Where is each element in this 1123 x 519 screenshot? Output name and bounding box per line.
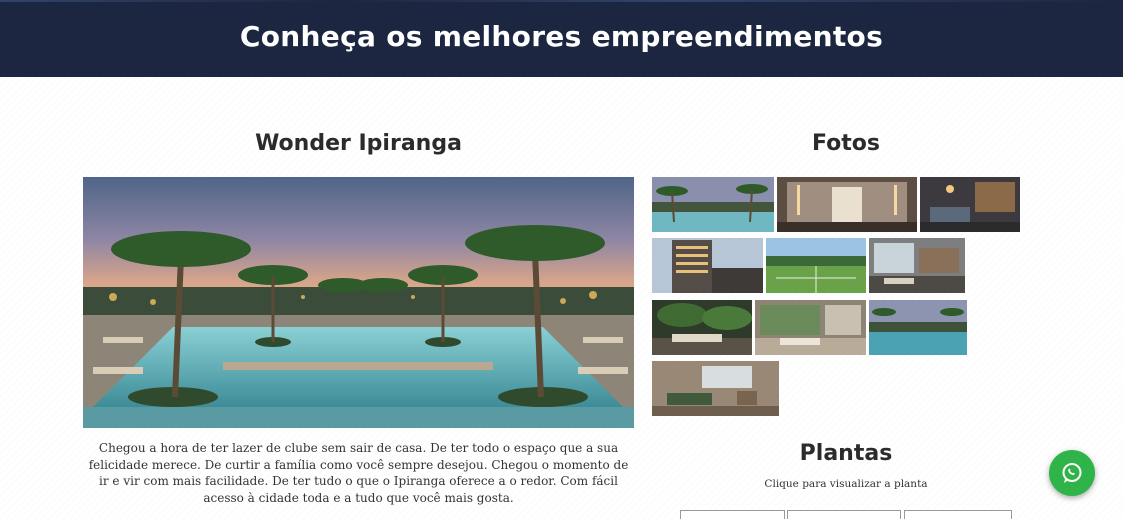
photo-thumbnail[interactable]	[766, 238, 866, 293]
floor-plan-thumbnail[interactable]	[787, 510, 901, 519]
photo-thumbnail[interactable]	[777, 177, 917, 232]
whatsapp-button[interactable]	[1049, 450, 1095, 496]
whatsapp-icon	[1062, 463, 1082, 483]
floor-plan-thumbnail[interactable]	[904, 510, 1012, 519]
photo-thumbnail[interactable]	[869, 300, 967, 355]
photo-thumbnail[interactable]	[652, 300, 752, 355]
hero-banner: Conheça os melhores empreendimentos	[0, 0, 1123, 77]
hero-title: Conheça os melhores empreendimentos	[239, 20, 884, 53]
project-main-image[interactable]	[83, 177, 634, 428]
photo-thumbnail[interactable]	[652, 177, 774, 232]
plantas-title: Plantas	[799, 441, 893, 466]
plantas-subtitle: Clique para visualizar a planta	[764, 478, 928, 490]
photo-thumbnail[interactable]	[920, 177, 1020, 232]
photo-thumbnail[interactable]	[652, 361, 779, 416]
project-title: Wonder Ipiranga	[255, 131, 462, 156]
fotos-title: Fotos	[812, 131, 880, 156]
project-description: Chegou a hora de ter lazer de clube sem …	[88, 441, 629, 505]
floor-plan-thumbnail[interactable]	[680, 510, 785, 519]
photo-thumbnail[interactable]	[652, 238, 763, 293]
photo-thumbnail[interactable]	[869, 238, 965, 293]
photo-thumbnail[interactable]	[755, 300, 866, 355]
